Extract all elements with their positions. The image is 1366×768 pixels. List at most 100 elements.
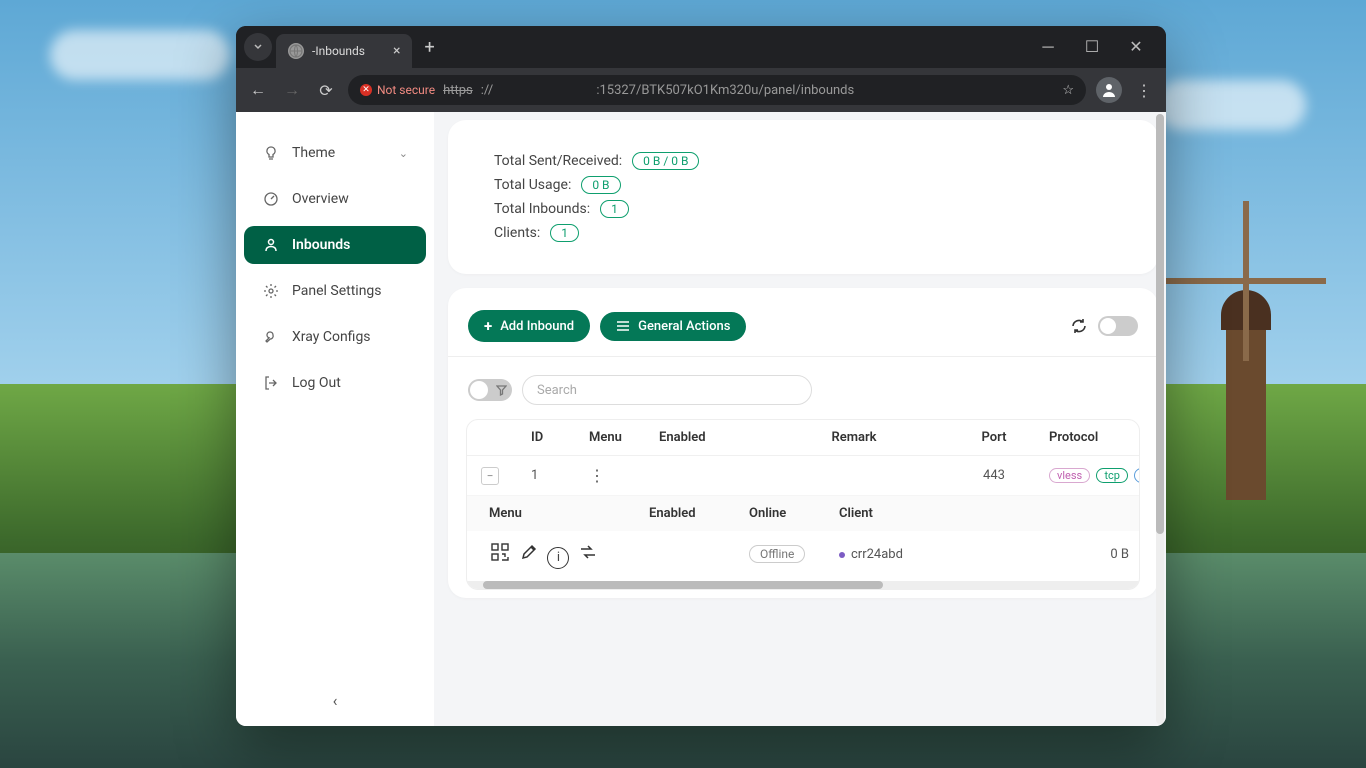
client-usage: 0 B (1039, 547, 1129, 562)
refresh-button[interactable] (1070, 317, 1088, 335)
sidebar-item-label: Xray Configs (292, 329, 371, 345)
cell-port: 443 (939, 468, 1049, 483)
gear-icon (262, 282, 280, 300)
stat-label: Total Sent/Received: (494, 153, 622, 169)
sidebar-item-label: Panel Settings (292, 283, 382, 299)
search-input[interactable]: Search (522, 375, 812, 405)
cell-id: 1 (531, 468, 589, 483)
maximize-button[interactable]: ☐ (1078, 37, 1106, 57)
stat-value: 0 B / 0 B (632, 152, 699, 170)
chevron-down-icon: ⌄ (399, 147, 408, 160)
new-tab-button[interactable]: + (416, 37, 442, 58)
sidebar-item-overview[interactable]: Overview (244, 180, 426, 218)
subcol-client: Client (839, 506, 1039, 521)
reset-button[interactable] (577, 541, 599, 563)
browser-menu-button[interactable]: ⋮ (1132, 81, 1156, 100)
table-header: ID Menu Enabled Remark Port Protocol (467, 420, 1139, 456)
stat-value: 1 (550, 224, 579, 242)
plus-icon: + (484, 317, 492, 335)
back-button[interactable]: ← (246, 80, 270, 100)
profile-avatar[interactable] (1096, 77, 1122, 103)
url-host (501, 83, 588, 98)
auto-refresh-toggle[interactable] (1098, 316, 1138, 336)
info-button[interactable]: i (547, 547, 569, 569)
button-label: Add Inbound (500, 319, 574, 334)
browser-window: -Inbounds × + ─ ☐ ✕ ← → ⟳ ✕ Not secure h… (236, 26, 1166, 726)
add-inbound-button[interactable]: + Add Inbound (468, 310, 590, 342)
collapse-sidebar-button[interactable]: ‹ (236, 675, 434, 726)
subcol-online: Online (749, 506, 839, 521)
close-window-button[interactable]: ✕ (1122, 37, 1150, 57)
client-actions: i (489, 541, 649, 569)
main-panel: Total Sent/Received: 0 B / 0 B Total Usa… (434, 112, 1166, 726)
browser-tab[interactable]: -Inbounds × (276, 34, 412, 68)
sidebar-item-xray-configs[interactable]: Xray Configs (244, 318, 426, 356)
filter-toggle[interactable] (468, 379, 512, 401)
online-status-badge: Offline (749, 545, 805, 563)
minimize-button[interactable]: ─ (1034, 37, 1062, 57)
inbounds-table: ID Menu Enabled Remark Port Protocol − 1… (466, 419, 1140, 590)
filter-icon (496, 385, 507, 396)
stat-label: Total Inbounds: (494, 201, 590, 217)
horizontal-scrollbar-thumb[interactable] (483, 581, 883, 589)
url-path: :15327/BTK507kO1Km320u/panel/inbounds (596, 83, 854, 98)
col-protocol: Protocol (1049, 430, 1140, 445)
inbounds-card: + Add Inbound General Actions (448, 288, 1158, 598)
not-secure-label: Not secure (377, 83, 435, 97)
general-actions-button[interactable]: General Actions (600, 312, 746, 341)
status-dot-icon (839, 552, 845, 558)
warning-icon: ✕ (360, 84, 372, 96)
protocol-tag: vless (1049, 468, 1090, 483)
sidebar-item-label: Inbounds (292, 237, 350, 253)
url-sep: :// (481, 83, 493, 98)
tab-search-button[interactable] (244, 33, 272, 61)
sidebar-item-logout[interactable]: Log Out (244, 364, 426, 402)
reload-button[interactable]: ⟳ (314, 81, 338, 100)
stats-card: Total Sent/Received: 0 B / 0 B Total Usa… (448, 120, 1158, 274)
row-menu-button[interactable]: ⋮ (589, 466, 659, 485)
not-secure-badge[interactable]: ✕ Not secure (360, 83, 435, 97)
stat-value: 1 (600, 200, 629, 218)
menu-icon (616, 320, 630, 332)
qrcode-button[interactable] (489, 541, 511, 563)
sidebar-item-panel-settings[interactable]: Panel Settings (244, 272, 426, 310)
stat-label: Total Usage: (494, 177, 571, 193)
filter-row: Search (466, 371, 1140, 419)
logout-icon (262, 374, 280, 392)
sidebar-item-label: Log Out (292, 375, 341, 391)
toolbar: + Add Inbound General Actions (466, 306, 1140, 356)
bulb-icon (262, 144, 280, 162)
forward-button[interactable]: → (280, 80, 304, 100)
close-tab-button[interactable]: × (393, 43, 400, 59)
button-label: General Actions (638, 319, 730, 334)
col-port: Port (939, 430, 1049, 445)
sidebar-item-theme[interactable]: Theme ⌄ (244, 134, 426, 172)
tab-bar: -Inbounds × + ─ ☐ ✕ (236, 26, 1166, 68)
stat-value: 0 B (581, 176, 620, 194)
col-enabled: Enabled (659, 430, 769, 445)
table-row: − 1 ⋮ 443 vless tcp Reality (467, 456, 1139, 496)
vertical-scrollbar-thumb[interactable] (1156, 114, 1164, 534)
sidebar-item-label: Overview (292, 191, 349, 207)
sidebar-item-inbounds[interactable]: Inbounds (244, 226, 426, 264)
protocol-tag: tcp (1096, 468, 1128, 483)
sidebar-item-label: Theme (292, 145, 335, 161)
tab-title: -Inbounds (312, 44, 365, 58)
address-bar: ← → ⟳ ✕ Not secure https:// :15327/BTK50… (236, 68, 1166, 112)
client-name: crr24abd (839, 547, 1039, 562)
search-placeholder: Search (537, 383, 577, 398)
stat-label: Clients: (494, 225, 540, 241)
globe-icon (288, 43, 304, 59)
sub-table-header: Menu Enabled Online Client (467, 496, 1139, 531)
tool-icon (262, 328, 280, 346)
subcol-enabled: Enabled (649, 506, 749, 521)
sidebar: Theme ⌄ Overview Inbounds Panel Settings… (236, 112, 434, 726)
edit-button[interactable] (518, 541, 540, 563)
sub-table-row: i Offline crr24abd 0 B (467, 531, 1139, 579)
horizontal-scrollbar[interactable] (467, 581, 1139, 589)
subcol-menu: Menu (489, 506, 649, 521)
url-box[interactable]: ✕ Not secure https:// :15327/BTK507kO1Km… (348, 75, 1086, 105)
cell-protocol: vless tcp Reality (1049, 468, 1140, 483)
bookmark-star-icon[interactable]: ☆ (1062, 83, 1074, 98)
collapse-row-button[interactable]: − (481, 467, 499, 485)
